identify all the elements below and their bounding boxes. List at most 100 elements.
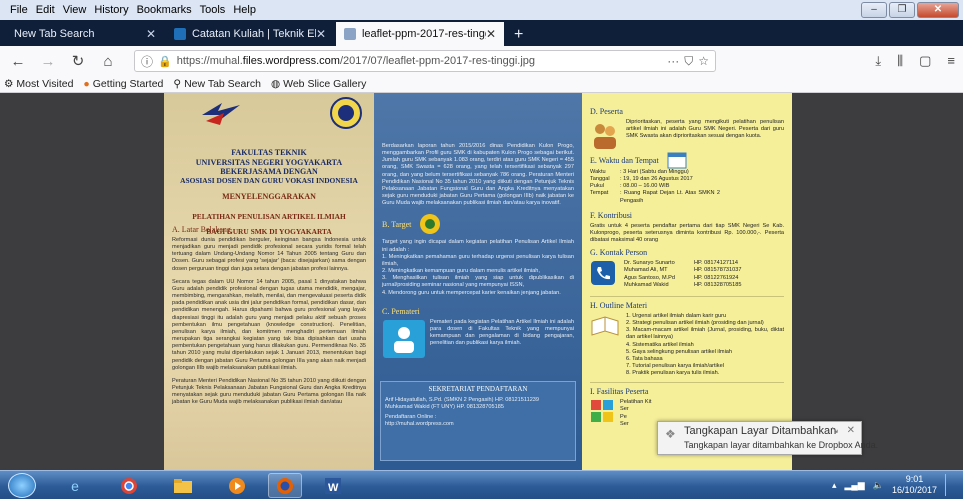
forward-arrow-icon[interactable]: → bbox=[38, 53, 58, 70]
search-icon: ⚲ bbox=[173, 78, 182, 90]
menu-file[interactable]: File bbox=[6, 4, 32, 16]
phone-icon bbox=[591, 261, 615, 286]
system-tray: ▴ ▂▄▆ 🔈 9:01 16/10/2017 bbox=[832, 474, 955, 496]
tray-arrow-icon[interactable]: ▴ bbox=[832, 480, 837, 491]
outline-list: 1. Urgensi artikel ilmiah dalam karir gu… bbox=[626, 313, 784, 377]
home-icon[interactable]: ⌂ bbox=[98, 53, 118, 70]
word-taskbar-icon[interactable]: W bbox=[316, 473, 350, 498]
back-arrow-icon[interactable]: ← bbox=[8, 53, 28, 70]
menu-tools[interactable]: Tools bbox=[196, 4, 230, 16]
taskbar: e W ▴ ▂▄▆ 🔈 9:01 16/10/2017 bbox=[0, 470, 963, 499]
menu-view[interactable]: View bbox=[59, 4, 91, 16]
bookmark-most-visited[interactable]: ⚙ Most Visited bbox=[4, 78, 73, 90]
kontak-row: Agus Santoso, M.Pd HP. 08122761924 bbox=[624, 274, 739, 281]
page-actions-icon[interactable]: ··· bbox=[667, 54, 679, 68]
leaflet-column-details: D. Peserta Diprioritaskan, peserta yang … bbox=[582, 93, 792, 470]
download-icon[interactable]: ⤓ bbox=[875, 53, 881, 69]
outline-item: 2. Strategi penulisan artikel ilmiah (pr… bbox=[626, 320, 764, 327]
close-window-button[interactable]: ✕ bbox=[917, 2, 959, 18]
menu-help[interactable]: Help bbox=[229, 4, 260, 16]
bookmark-web-slice-gallery[interactable]: ◍ Web Slice Gallery bbox=[271, 78, 366, 90]
volume-icon[interactable]: 🔈 bbox=[873, 480, 884, 491]
target-icon bbox=[420, 214, 441, 235]
window-controls: – ❐ ✕ bbox=[861, 2, 959, 18]
fasilitas-item: Pe bbox=[620, 413, 627, 420]
paragraph: Diprioritaskan, peserta yang mengikuti p… bbox=[626, 119, 784, 140]
menu-edit[interactable]: Edit bbox=[32, 4, 59, 16]
sidebar-icon[interactable]: ▢ bbox=[919, 53, 931, 69]
tab-leaflet-image[interactable]: leaflet-ppm-2017-res-tinggi.jpg ✕ bbox=[336, 22, 504, 46]
paragraph: Pemateri pada kegiatan Pelatihan Artikel… bbox=[430, 318, 574, 347]
peserta-block: Diprioritaskan, peserta yang mengikuti p… bbox=[582, 119, 792, 151]
image-viewer: FAKULTAS TEKNIK UNIVERSITAS NEGERI YOGYA… bbox=[0, 93, 963, 470]
pin-icon[interactable]: ↘ bbox=[831, 425, 839, 436]
section-title: E. Waktu dan Tempat bbox=[590, 156, 659, 165]
kontak-block: Dr. Sunaryo Sunarto HP. 08174127114 Muham… bbox=[582, 260, 792, 289]
hamburger-menu-icon[interactable]: ≡ bbox=[947, 53, 955, 69]
section-title: B. Target bbox=[382, 219, 412, 229]
show-desktop-button[interactable] bbox=[945, 474, 955, 496]
pemateri-block: Pemateri pada kegiatan Pelatihan Artikel… bbox=[374, 319, 582, 359]
library-icon[interactable]: ⫼ bbox=[897, 53, 903, 69]
pocket-icon[interactable]: ⛉ bbox=[684, 54, 693, 69]
contact-line: Pendaftaran Online : bbox=[385, 414, 437, 421]
minimize-button[interactable]: – bbox=[861, 2, 887, 18]
fasilitas-item: Ser bbox=[620, 420, 629, 427]
paragraph: Berdasarkan laporan tahun 2015/2016 dina… bbox=[382, 143, 574, 207]
reload-icon[interactable]: ↻ bbox=[68, 52, 88, 70]
menu-history[interactable]: History bbox=[90, 4, 132, 16]
bookmark-getting-started[interactable]: ● Getting Started bbox=[83, 78, 163, 90]
close-icon[interactable]: ✕ bbox=[847, 425, 855, 436]
target-heading: B. Target bbox=[382, 213, 574, 235]
waktu-row: Tanggal: 19, 19 dan 26 Agustus 2017 bbox=[590, 176, 693, 183]
lock-icon: 🔒 bbox=[158, 55, 172, 68]
start-button[interactable] bbox=[8, 473, 36, 498]
tab-catatan-kuliah[interactable]: Catatan Kuliah | Teknik Elektro ✕ bbox=[166, 22, 334, 46]
waktu-table: Waktu: 3 Hari (Sabtu dan Minggu) Tanggal… bbox=[582, 169, 792, 205]
close-icon[interactable]: ✕ bbox=[486, 27, 496, 41]
clock[interactable]: 9:01 16/10/2017 bbox=[892, 474, 937, 496]
bookmark-star-icon[interactable]: ☆ bbox=[698, 54, 709, 68]
contact-line: http://muhal.wordpress.com bbox=[385, 421, 454, 428]
header-line: MENYELENGGARAKAN bbox=[222, 191, 316, 201]
chrome-taskbar-icon[interactable] bbox=[112, 473, 146, 498]
section-title: SEKRETARIAT PENDAFTARAN bbox=[428, 385, 528, 393]
contact-line: Muhkamad Wakid (FT UNY) HP. 081328705185 bbox=[385, 404, 504, 411]
adgvi-seal-icon bbox=[330, 97, 362, 129]
kontak-row: Muhkamad Wakid HP. 081328705185 bbox=[624, 281, 742, 288]
leaflet-image[interactable]: FAKULTAS TEKNIK UNIVERSITAS NEGERI YOGYA… bbox=[164, 93, 792, 470]
menu-bar: File Edit View History Bookmarks Tools H… bbox=[0, 0, 963, 20]
url-bar[interactable]: ⓘ 🔒 https://muhal.files.wordpress.com/20… bbox=[134, 50, 716, 72]
url-text[interactable]: https://muhal.files.wordpress.com/2017/0… bbox=[177, 55, 663, 67]
tab-new-tab-search[interactable]: New Tab Search ✕ bbox=[6, 22, 164, 46]
info-icon[interactable]: ⓘ bbox=[141, 53, 153, 70]
media-player-taskbar-icon[interactable] bbox=[220, 473, 254, 498]
menu-bookmarks[interactable]: Bookmarks bbox=[133, 4, 196, 16]
section-title: A. Latar Belakang bbox=[172, 225, 231, 234]
target-item: 2. Meningkatkan kemampuan guru dalam men… bbox=[382, 268, 540, 275]
target-item: 1. Meningkatkan pemahaman guru terhadap … bbox=[382, 253, 574, 267]
explorer-taskbar-icon[interactable] bbox=[166, 473, 200, 498]
maximize-button[interactable]: ❐ bbox=[889, 2, 915, 18]
firefox-taskbar-icon[interactable] bbox=[268, 473, 302, 498]
bookmark-new-tab-search[interactable]: ⚲ New Tab Search bbox=[173, 78, 261, 90]
kontak-row: Dr. Sunaryo Sunarto HP. 08174127114 bbox=[624, 260, 738, 267]
waktu-heading: E. Waktu dan Tempat bbox=[582, 151, 792, 169]
image-favicon-icon bbox=[344, 28, 356, 40]
new-tab-plus-icon[interactable]: + bbox=[506, 24, 531, 46]
clock-time: 9:01 bbox=[905, 474, 924, 484]
uny-logo-icon bbox=[202, 103, 240, 125]
outline-item: 4. Sistematika artikel ilmiah bbox=[626, 341, 694, 348]
site-favicon-icon bbox=[174, 28, 186, 40]
outline-item: 6. Tata bahasa bbox=[626, 355, 663, 362]
clock-date: 16/10/2017 bbox=[891, 485, 937, 495]
ie-taskbar-icon[interactable]: e bbox=[58, 473, 92, 498]
dropbox-notification[interactable]: ❖ Tangkapan Layar Ditambahkan Tangkapan … bbox=[657, 421, 878, 455]
header-line: UNIVERSITAS NEGERI YOGYAKARTA bbox=[195, 157, 343, 167]
network-icon[interactable]: ▂▄▆ bbox=[845, 480, 865, 491]
section-title: C. Pemateri bbox=[382, 306, 420, 316]
close-icon[interactable]: ✕ bbox=[146, 27, 156, 41]
close-icon[interactable]: ✕ bbox=[316, 27, 326, 41]
tiles-icon bbox=[591, 400, 613, 423]
browser-window: File Edit View History Bookmarks Tools H… bbox=[0, 0, 963, 499]
